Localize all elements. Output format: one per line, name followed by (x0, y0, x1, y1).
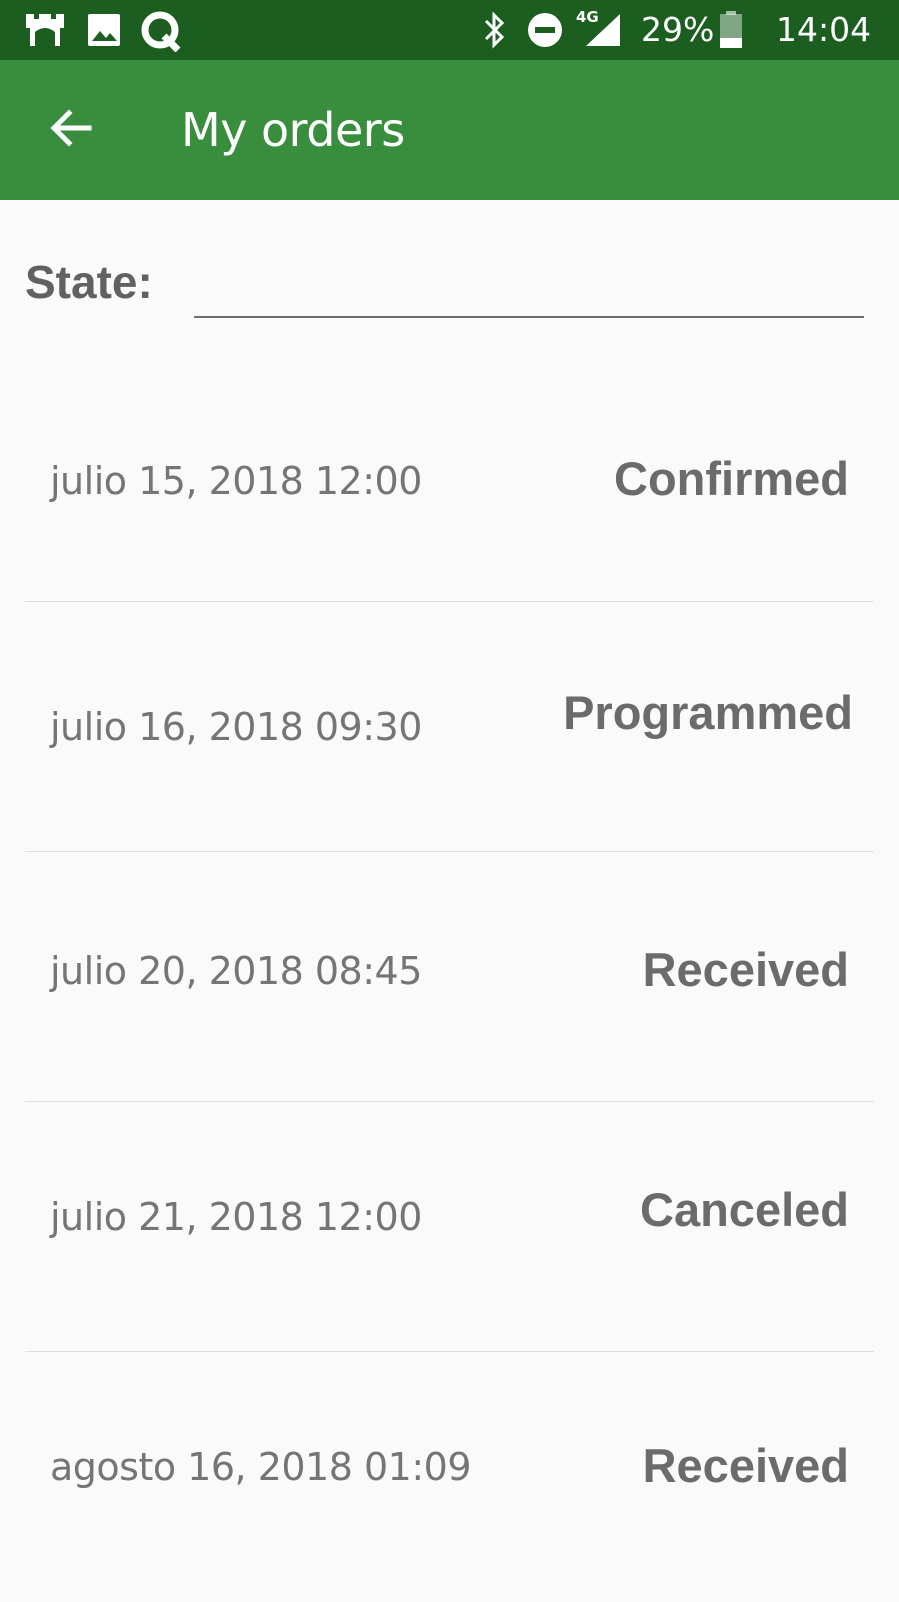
order-row[interactable]: julio 20, 2018 08:45 Received (0, 852, 899, 1102)
battery-percent: 29% (641, 10, 715, 49)
order-date: julio 16, 2018 09:30 (50, 705, 422, 749)
arrow-back-icon (47, 108, 93, 153)
network-label: 4G (576, 8, 599, 26)
order-status: Received (642, 943, 849, 996)
order-row[interactable]: agosto 16, 2018 01:09 Received (0, 1352, 899, 1602)
clock: 14:04 (776, 10, 872, 49)
order-status: Confirmed (614, 452, 849, 505)
order-date: agosto 16, 2018 01:09 (50, 1445, 472, 1489)
order-date: julio 15, 2018 12:00 (50, 459, 422, 503)
order-status: Received (642, 1439, 849, 1492)
order-date: julio 21, 2018 12:00 (50, 1195, 422, 1239)
order-list: julio 15, 2018 12:00 Confirmed julio 16,… (0, 352, 899, 1602)
bluetooth-icon (482, 10, 508, 55)
order-status: Canceled (640, 1183, 849, 1236)
status-bar: 4G 29% 14:04 (0, 0, 899, 60)
battery-icon (718, 10, 744, 55)
order-status: Programmed (563, 686, 853, 739)
back-button[interactable] (30, 90, 110, 170)
page-title: My orders (181, 103, 405, 157)
castle-icon (24, 10, 66, 55)
signal-4g-icon: 4G (576, 8, 624, 55)
state-label: State: (25, 256, 153, 308)
order-row[interactable]: julio 15, 2018 12:00 Confirmed (0, 352, 899, 602)
app-bar: My orders (0, 60, 899, 200)
order-row[interactable]: julio 16, 2018 09:30 Programmed (0, 602, 899, 852)
order-date: julio 20, 2018 08:45 (50, 949, 422, 993)
q-app-icon (140, 10, 184, 57)
do-not-disturb-icon (525, 10, 565, 55)
image-icon (86, 10, 122, 55)
state-filter-field[interactable] (194, 260, 864, 318)
order-row[interactable]: julio 21, 2018 12:00 Canceled (0, 1102, 899, 1352)
